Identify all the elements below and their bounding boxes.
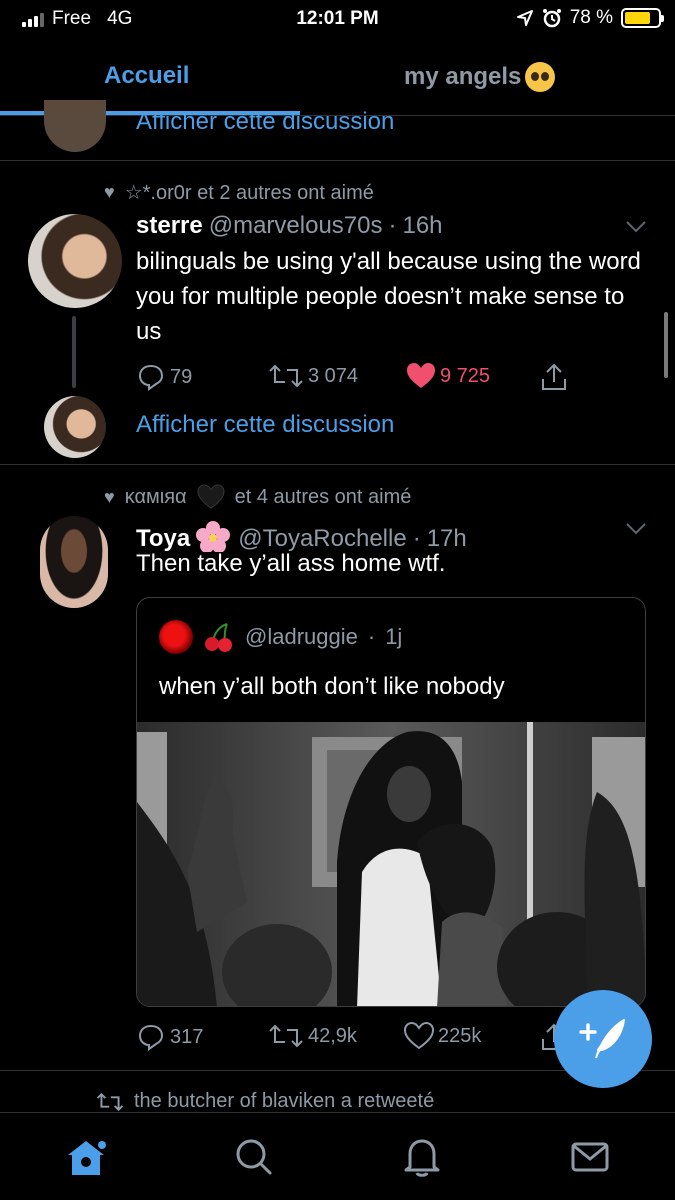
compose-feather-icon xyxy=(579,1019,625,1059)
avatar[interactable] xyxy=(28,214,122,308)
alarm-icon xyxy=(542,9,561,28)
tweet-header: sterre @marvelous70s · 16h xyxy=(136,212,443,240)
mail-icon xyxy=(571,1142,609,1172)
social-context: ♥ ☆*.or0r et 2 autres ont aimé xyxy=(104,182,374,204)
black-heart-icon xyxy=(197,484,225,510)
like-count: 225k xyxy=(438,1024,482,1047)
avatar[interactable] xyxy=(40,516,108,608)
social-context: ♥ καмιяα et 4 autres ont aimé xyxy=(104,484,411,510)
avatar[interactable] xyxy=(44,396,106,458)
search-icon xyxy=(236,1139,272,1175)
chevron-down-icon[interactable] xyxy=(625,218,647,239)
photo-image xyxy=(137,722,645,1006)
reply-icon xyxy=(138,364,164,391)
tweet-divider xyxy=(0,464,675,465)
notifications-button[interactable] xyxy=(400,1135,444,1184)
tweet-text: bilinguals be using y'all because using … xyxy=(136,248,641,345)
heart-icon: ♥ xyxy=(104,486,115,507)
avatar[interactable] xyxy=(44,100,106,152)
timestamp: 16h xyxy=(402,212,443,239)
search-button[interactable] xyxy=(232,1135,276,1184)
thread-connector xyxy=(72,316,76,388)
reply-button[interactable]: 317 xyxy=(136,1022,203,1052)
tab-my-angels[interactable]: my angels xyxy=(404,62,556,92)
home-icon xyxy=(68,1141,106,1175)
messages-button[interactable] xyxy=(568,1135,612,1184)
compose-tweet-button[interactable] xyxy=(554,990,652,1088)
retweet-button[interactable]: 42,9k xyxy=(268,1022,357,1050)
show-thread-link[interactable]: Afficher cette discussion xyxy=(136,108,394,136)
battery-percent: 78 % xyxy=(569,7,613,28)
share-button[interactable] xyxy=(540,362,568,392)
quoted-tweet-photo[interactable] xyxy=(137,722,645,1006)
pleading-face-icon xyxy=(525,62,556,92)
like-count: 9 725 xyxy=(440,364,491,387)
retweet-icon xyxy=(269,1024,303,1048)
home-button[interactable] xyxy=(64,1135,108,1184)
bell-icon xyxy=(404,1139,440,1177)
retweet-count: 42,9k xyxy=(308,1024,357,1047)
timestamp: 1j xyxy=(385,624,403,649)
status-bar: Free 4G 12:01 PM 78 % xyxy=(0,0,675,40)
retweet-icon xyxy=(269,364,303,388)
like-button[interactable]: 9 725 xyxy=(406,362,490,390)
avatar xyxy=(159,620,193,654)
tweet-divider xyxy=(0,160,675,161)
battery-icon xyxy=(621,8,664,28)
cherry-icon xyxy=(203,621,235,653)
heart-filled-icon xyxy=(407,363,435,388)
scrollbar[interactable] xyxy=(664,312,668,378)
quoted-tweet-text: when y’all both don’t like nobody xyxy=(159,673,505,700)
retweet-count: 3 074 xyxy=(308,364,359,387)
tweet-actions: 317 42,9k 225k xyxy=(136,1022,586,1054)
bottom-navigation xyxy=(0,1112,675,1200)
reply-icon xyxy=(138,1024,164,1051)
display-name[interactable]: sterre xyxy=(136,212,203,240)
heart-icon: ♥ xyxy=(104,182,115,202)
location-icon xyxy=(516,10,533,26)
show-thread-link[interactable]: Afficher cette discussion xyxy=(136,411,394,439)
user-handle: @ladruggie xyxy=(245,624,358,649)
like-button[interactable]: 225k xyxy=(404,1022,481,1050)
user-handle[interactable]: @marvelous70s xyxy=(209,212,383,240)
tab-accueil[interactable]: Accueil xyxy=(104,62,189,90)
chevron-down-icon[interactable] xyxy=(625,520,647,541)
reply-count: 317 xyxy=(170,1025,204,1048)
heart-outline-icon xyxy=(404,1022,434,1050)
retweet-button[interactable]: 3 074 xyxy=(268,362,358,390)
share-icon xyxy=(542,363,566,390)
reply-button[interactable]: 79 xyxy=(136,362,192,392)
tweet-actions: 79 3 074 9 725 xyxy=(136,362,586,394)
reply-count: 79 xyxy=(170,365,193,388)
retweet-icon xyxy=(96,1092,124,1111)
quoted-tweet-card[interactable]: @ladruggie · 1j when y’all both don’t li… xyxy=(136,597,646,1007)
retweet-context: the butcher of blaviken a retweeté xyxy=(96,1090,434,1113)
tweet-text: Then take y’all ass home wtf. xyxy=(136,550,446,577)
